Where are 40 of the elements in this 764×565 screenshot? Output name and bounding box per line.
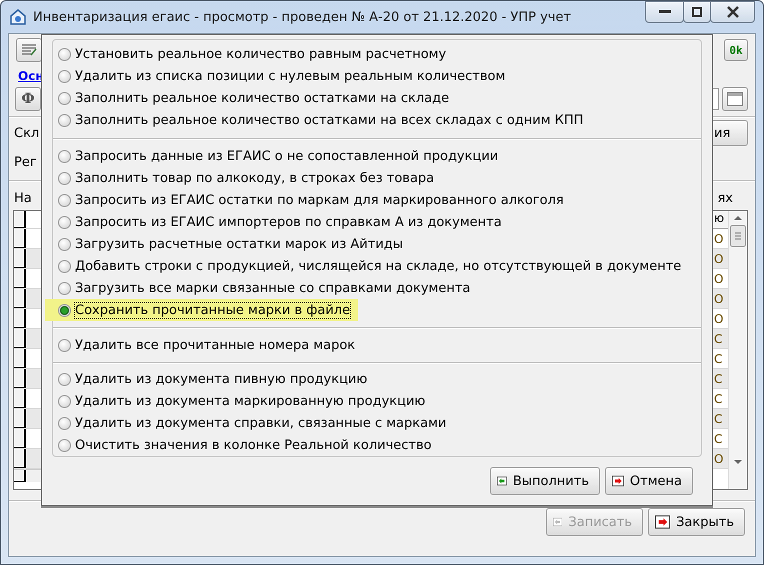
window-icon: [727, 92, 743, 106]
radio-option[interactable]: Установить реальное количество равным расчетному: [53, 43, 454, 65]
ok-button[interactable]: 0k: [724, 39, 748, 61]
radio-option[interactable]: Заполнить реальное количество остатками на складе: [53, 87, 458, 109]
app-icon: [9, 8, 27, 26]
radio-option[interactable]: Заполнить реальное количество остатками на всех складах с одним КПП: [53, 109, 592, 131]
close-button[interactable]: [710, 1, 755, 23]
list-button[interactable]: [16, 38, 42, 62]
run-button[interactable]: Выполнить: [490, 467, 600, 495]
minimize-icon: [658, 10, 670, 14]
radio-option[interactable]: Удалить из списка позиции с нулевым реальным количеством: [53, 65, 514, 87]
maximize-icon: [692, 7, 702, 17]
maximize-button[interactable]: [683, 1, 711, 23]
radio-option[interactable]: Сохранить прочитанные марки в файле: [45, 299, 358, 321]
radio-option[interactable]: Удалить из документа маркированную продукцию: [53, 390, 434, 412]
minimize-button[interactable]: [645, 1, 684, 23]
window-title: Инвентаризация егаис - просмотр - проведен № А-20 от 21.12.2020 - УПР учет: [33, 10, 572, 24]
close-button[interactable]: Закрыть: [648, 508, 745, 536]
field-label: Скл: [14, 126, 40, 140]
radio-option[interactable]: Загрузить расчетные остатки марок из Айтиды: [53, 233, 412, 255]
field-label: Рег: [14, 154, 37, 170]
radio-option[interactable]: Загрузить все марки связанные со справками документа: [53, 277, 478, 299]
section-label: ях: [717, 190, 733, 206]
radio-option[interactable]: Запросить из ЕГАИС импортеров по справкам А из документа: [53, 211, 510, 233]
radio-option[interactable]: Удалить все прочитанные номера марок: [53, 334, 364, 356]
action-button[interactable]: ия: [712, 120, 748, 146]
close-icon: [726, 6, 738, 18]
cancel-button[interactable]: Отмена: [605, 467, 693, 495]
radio-option[interactable]: Запросить из ЕГАИС остатки по маркам для маркированного алкоголя: [53, 189, 572, 211]
section-label: На: [14, 190, 32, 206]
radio-option[interactable]: Удалить из документа справки, связанные с марками: [53, 412, 454, 434]
radio-option[interactable]: Удалить из документа пивную продукцию: [53, 368, 376, 390]
radio-option[interactable]: Заполнить товар по алкокоду, в строках без товара: [53, 167, 442, 189]
radio-option[interactable]: Добавить строки с продукцией, числящейся на складе, но отсутствующей в документе: [53, 255, 690, 277]
window-button[interactable]: [722, 87, 748, 111]
filter-button[interactable]: Ф: [15, 87, 41, 111]
radio-option[interactable]: Очистить значения в колонке Реальной количество: [53, 434, 440, 456]
list-icon: [21, 43, 37, 57]
scroll-thumb[interactable]: [730, 225, 746, 247]
radio-option[interactable]: Запросить данные из ЕГАИС о не сопоставленной продукции: [53, 145, 506, 167]
